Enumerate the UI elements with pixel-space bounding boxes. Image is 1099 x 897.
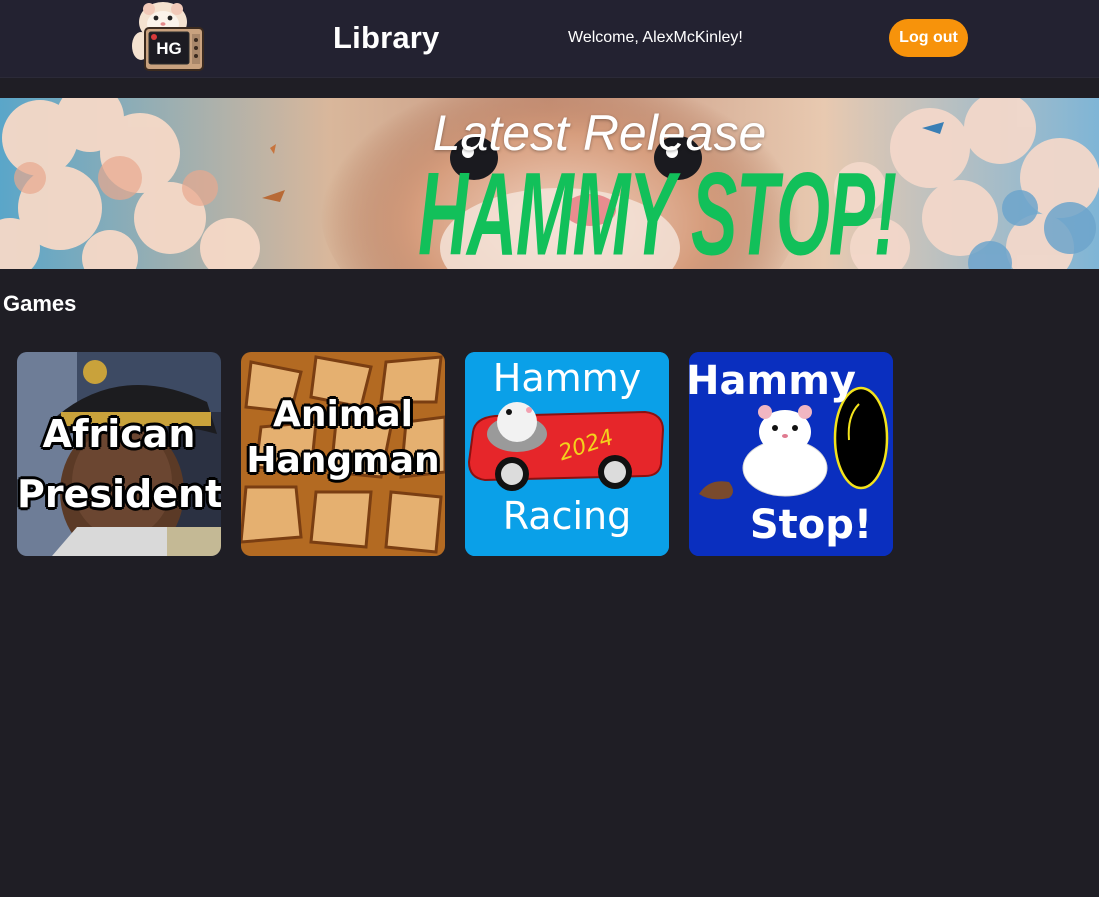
game-card-african-president[interactable]: African President [17, 352, 221, 556]
game-card-hammy-stop[interactable]: Hammy Stop! [689, 352, 893, 556]
game-title-line2: Hangman [246, 440, 440, 481]
game-title-line1: Hammy [689, 358, 856, 404]
page-title: Library [333, 20, 440, 55]
game-card-animal-hangman[interactable]: Animal Hangman [241, 352, 445, 556]
game-title-line2: President [17, 472, 221, 516]
game-title-line2: Racing [502, 494, 632, 538]
banner-title: HAMMY STOP! [418, 148, 897, 269]
games-section-title: Games [3, 291, 77, 316]
top-navigation-bar: HG Library Welcome, AlexMcKinley! Log ou… [0, 0, 1099, 78]
game-title-line1: African [42, 412, 196, 456]
logout-button[interactable]: Log out [889, 19, 968, 57]
hammy-games-logo[interactable]: HG [125, 0, 209, 72]
game-title-line1: Hammy [492, 356, 642, 400]
game-title-line2: Stop! [749, 502, 873, 548]
game-card-hammy-racing[interactable]: 2024 Hammy Racing [465, 352, 669, 556]
game-title-line1: Animal [273, 394, 413, 435]
latest-release-banner[interactable]: Latest Release HAMMY STOP! [0, 98, 1099, 269]
logo-text: HG [156, 39, 182, 58]
welcome-message: Welcome, AlexMcKinley! [568, 29, 743, 46]
